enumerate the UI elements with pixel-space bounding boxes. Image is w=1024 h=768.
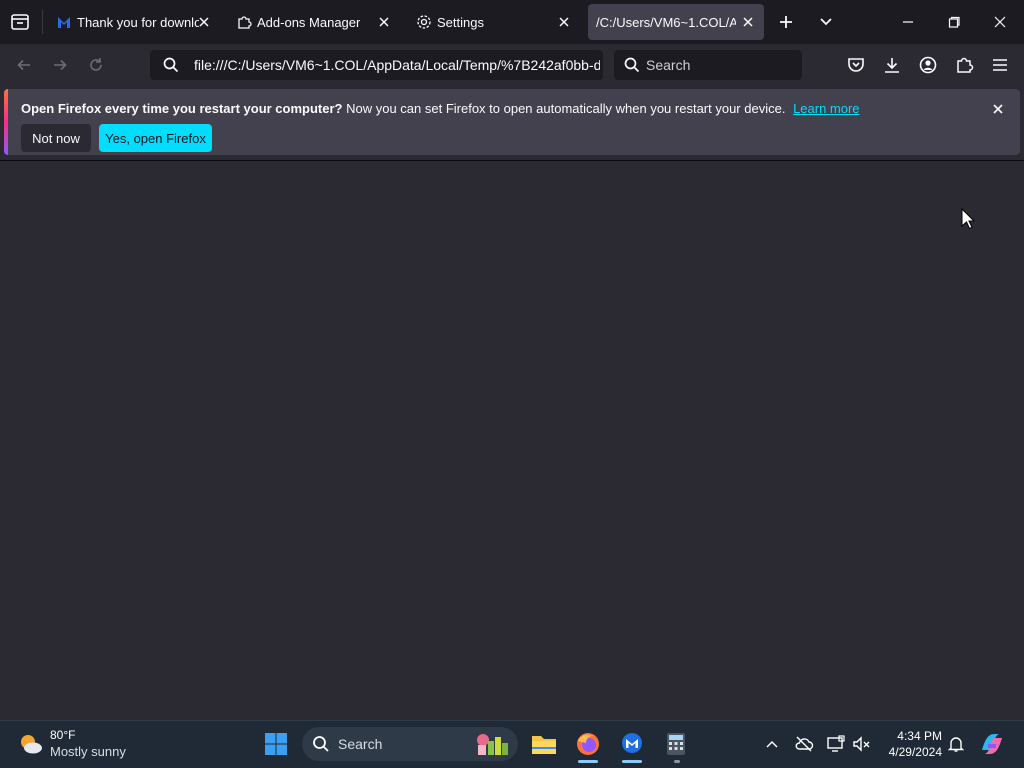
clock-date: 4/29/2024 [888, 745, 942, 759]
gear-icon [416, 14, 432, 30]
restore-button[interactable] [942, 10, 966, 34]
taskbar-firefox[interactable] [572, 728, 604, 760]
pocket-button[interactable] [846, 55, 866, 75]
weather-widget[interactable]: 80°F Mostly sunny [14, 726, 144, 762]
onedrive-tray-button[interactable] [794, 734, 814, 754]
calculator-icon [667, 733, 685, 755]
windows-logo-icon [265, 733, 287, 755]
taskbar-file-explorer[interactable] [528, 728, 560, 760]
download-icon [885, 58, 899, 73]
tab-strip: Thank you for downloading Add-ons Manage… [0, 0, 1024, 44]
malwarebytes-icon [622, 733, 642, 753]
pocket-icon [848, 58, 864, 72]
not-now-button[interactable]: Not now [21, 124, 91, 152]
close-window-button[interactable] [988, 10, 1012, 34]
notification-message: Open Firefox every time you restart your… [21, 101, 860, 116]
clock[interactable]: 4:34 PM 4/29/2024 [880, 728, 942, 762]
firefox-view-button[interactable] [8, 10, 32, 34]
hamburger-menu-icon [993, 59, 1007, 71]
tab-label: /C:/Users/VM6~1.COL/AppData/Local/Temp [596, 15, 736, 30]
puzzle-icon [957, 57, 974, 73]
cloud-offline-icon [795, 736, 814, 752]
firefox-view-icon [11, 14, 29, 30]
back-button[interactable] [12, 53, 36, 77]
tab-label: Settings [437, 15, 484, 30]
close-icon [993, 104, 1003, 114]
display-icon [827, 735, 845, 752]
malwarebytes-active-indicator [622, 760, 642, 763]
folder-icon [532, 736, 556, 754]
minimize-icon [903, 21, 913, 23]
start-button[interactable] [260, 728, 292, 760]
arrow-left-icon [17, 59, 30, 71]
close-notification-button[interactable] [990, 101, 1006, 117]
bell-icon [947, 737, 965, 752]
volume-tray-button[interactable] [852, 734, 872, 754]
taskbar-search-placeholder: Search [338, 736, 383, 752]
arrow-right-icon [54, 59, 67, 71]
search-highlight-icon [474, 731, 510, 757]
search-icon [162, 56, 180, 74]
close-tab-icon[interactable] [376, 14, 392, 30]
page-content[interactable] [0, 161, 1024, 720]
tab-separator [42, 10, 43, 34]
list-all-tabs-button[interactable] [814, 10, 838, 34]
mouse-cursor [961, 208, 975, 230]
close-tab-icon[interactable] [556, 14, 572, 30]
url-text[interactable]: file:///C:/Users/VM6~1.COL/AppData/Local… [194, 57, 600, 73]
search-icon [623, 56, 641, 74]
yes-open-firefox-button[interactable]: Yes, open Firefox [99, 124, 212, 152]
new-tab-button[interactable] [774, 10, 798, 34]
taskbar-malwarebytes[interactable] [616, 728, 648, 760]
notification-bar: Open Firefox every time you restart your… [4, 89, 1020, 155]
tab-thank-you[interactable]: Thank you for downloading [48, 4, 220, 40]
notification-accent [4, 89, 8, 155]
puzzle-icon [236, 14, 252, 30]
taskbar-calculator[interactable] [660, 728, 692, 760]
extensions-button[interactable] [954, 55, 974, 75]
chevron-up-icon [766, 740, 778, 748]
notifications-button[interactable] [947, 735, 965, 753]
sun-cloud-icon [18, 732, 44, 756]
speaker-muted-icon [853, 736, 870, 752]
weather-temperature: 80°F [50, 728, 76, 742]
close-tab-icon[interactable] [740, 14, 756, 30]
minimize-button[interactable] [896, 10, 920, 34]
chevron-down-icon [820, 18, 832, 26]
notification-bold-text: Open Firefox every time you restart your… [21, 101, 343, 116]
show-hidden-icons-button[interactable] [764, 736, 780, 752]
tab-label: Thank you for downloading [77, 15, 199, 30]
search-placeholder: Search [646, 57, 691, 73]
tab-addons-manager[interactable]: Add-ons Manager [228, 4, 400, 40]
taskbar-search[interactable]: Search [302, 727, 518, 761]
copilot-button[interactable] [978, 730, 1006, 758]
weather-description: Mostly sunny [50, 744, 126, 759]
display-tray-button[interactable] [826, 734, 846, 754]
account-button[interactable] [918, 55, 938, 75]
downloads-button[interactable] [882, 55, 902, 75]
forward-button[interactable] [48, 53, 72, 77]
firefox-active-indicator [578, 760, 598, 763]
app-menu-button[interactable] [990, 55, 1010, 75]
clock-time: 4:34 PM [897, 729, 942, 743]
learn-more-link[interactable]: Learn more [793, 101, 859, 116]
tab-settings[interactable]: Settings [408, 4, 580, 40]
firefox-icon [577, 733, 599, 755]
plus-icon [780, 16, 792, 28]
search-icon [312, 735, 330, 753]
reload-button[interactable] [84, 53, 108, 77]
close-tab-icon[interactable] [196, 14, 212, 30]
restore-icon [948, 16, 960, 28]
calculator-indicator [674, 760, 680, 763]
account-icon [919, 56, 937, 74]
notification-text: Now you can set Firefox to open automati… [346, 101, 786, 116]
reload-icon [90, 58, 102, 71]
tab-temp-file[interactable]: /C:/Users/VM6~1.COL/AppData/Local/Temp [588, 4, 764, 40]
url-bar[interactable]: file:///C:/Users/VM6~1.COL/AppData/Local… [150, 50, 603, 80]
malwarebytes-icon [56, 14, 72, 30]
search-bar[interactable]: Search [614, 50, 802, 80]
tab-label: Add-ons Manager [257, 15, 361, 30]
close-icon [994, 16, 1006, 28]
copilot-icon [982, 734, 1002, 754]
